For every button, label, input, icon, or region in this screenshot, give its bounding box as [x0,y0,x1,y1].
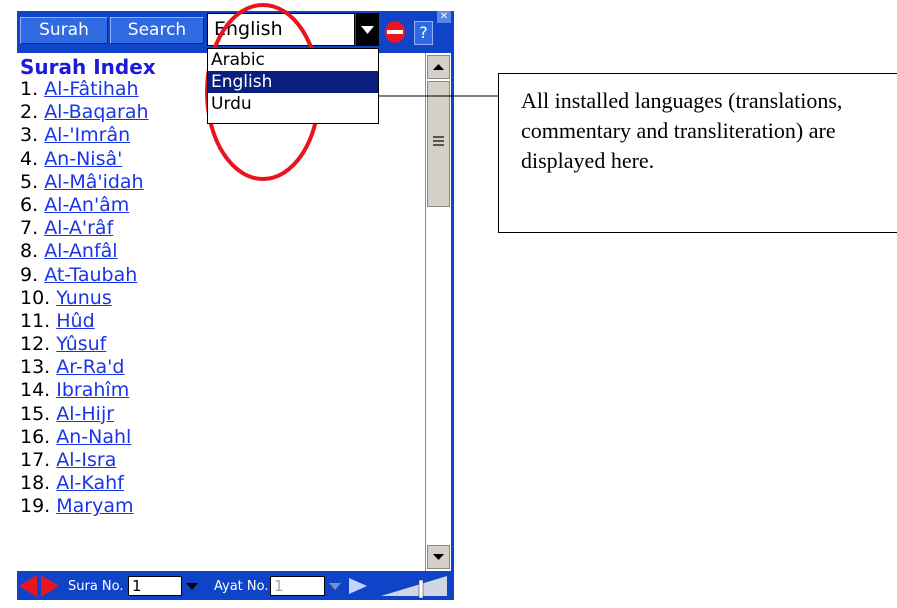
page-title: Surah Index [20,55,156,79]
language-option-urdu[interactable]: Urdu [208,93,378,115]
list-item: 9. At-Taubah [20,264,149,287]
surah-link[interactable]: Al-Isra [56,449,116,471]
volume-icon[interactable] [379,574,449,598]
list-item: 14. Ibrahîm [20,379,149,402]
list-item: 16. An-Nahl [20,426,149,449]
grip-line [433,136,444,138]
close-icon[interactable]: ✕ [437,11,451,23]
surah-link[interactable]: Ar-Ra'd [56,356,124,378]
surah-number: 1. [20,78,39,100]
list-item: 15. Al-Hijr [20,403,149,426]
surah-link[interactable]: Al-Kahf [56,472,124,494]
surah-number: 18. [20,472,51,495]
surah-link[interactable]: An-Nahl [56,426,131,448]
language-dropdown-button[interactable] [356,13,379,46]
list-item: 13. Ar-Ra'd [20,356,149,379]
chevron-down-icon [361,26,374,34]
chevron-down-icon[interactable] [182,576,202,596]
surah-number: 13. [20,356,51,379]
surah-link[interactable]: Maryam [56,495,133,517]
surah-number: 8. [20,240,39,263]
ayat-number-select[interactable]: 1 [270,576,325,596]
list-item: 18. Al-Kahf [20,472,149,495]
chevron-down-icon[interactable] [325,576,345,596]
language-option-english[interactable]: English [208,71,378,93]
list-item: 11. Hûd [20,310,149,333]
surah-link[interactable]: Al-Baqarah [44,101,148,123]
surah-button[interactable]: Surah [20,17,108,44]
list-item: 17. Al-Isra [20,449,149,472]
scroll-up-button[interactable] [427,55,450,79]
grip-line [433,140,444,142]
list-item: 8. Al-Anfâl [20,240,149,263]
surah-number: 12. [20,333,51,356]
callout-box: All installed languages (translations, c… [498,73,897,233]
ayat-number-label: Ayat No. [214,579,269,594]
quran-app-window: Surah Search English ? ✕ Arabic English … [17,11,454,600]
list-item: 19. Maryam [20,495,149,518]
surah-number: 2. [20,101,39,124]
surah-number: 17. [20,449,51,471]
scroll-down-button[interactable] [427,545,450,569]
language-options-list: Arabic English Urdu [207,48,379,124]
play-icon[interactable] [347,576,369,596]
list-item: 10. Yunus [20,287,149,310]
list-item: 5. Al-Mâ'idah [20,171,149,194]
sura-number-select[interactable]: 1 [128,576,182,596]
surah-link[interactable]: Al-'Imrân [44,124,130,146]
list-item: 6. Al-An'âm [20,194,149,217]
vertical-scrollbar[interactable] [425,53,451,571]
surah-link[interactable]: Al-Fâtihah [44,78,138,100]
surah-number: 9. [20,263,39,286]
surah-link[interactable]: Al-An'âm [44,194,129,216]
scroll-down-icon [433,554,444,560]
surah-link[interactable]: Ibrahîm [56,379,129,401]
surah-number: 16. [20,425,51,448]
surah-number: 5. [20,170,39,193]
surah-list: 1. Al-Fâtihah 2. Al-Baqarah 3. Al-'Imrân 4.… [20,78,149,519]
surah-link[interactable]: An-Nisâ' [44,148,122,170]
surah-number: 14. [20,379,51,402]
surah-number: 3. [20,124,39,147]
list-item: 12. Yûsuf [20,333,149,356]
surah-number: 6. [20,193,39,216]
surah-link[interactable]: At-Taubah [44,264,137,286]
scroll-up-icon [433,64,444,70]
surah-link[interactable]: Al-Mâ'idah [44,171,143,193]
scrollbar-thumb[interactable] [427,81,450,207]
prev-next-icon[interactable] [19,575,59,597]
grip-line [433,144,444,146]
surah-number: 10. [20,286,51,309]
surah-number: 7. [20,217,39,240]
language-option-arabic[interactable]: Arabic [208,49,378,71]
list-item: 2. Al-Baqarah [20,101,149,124]
sura-number-label: Sura No. [68,579,124,594]
surah-link[interactable]: Al-Anfâl [44,240,117,262]
surah-link[interactable]: Yunus [56,287,111,309]
list-item: 3. Al-'Imrân [20,124,149,147]
surah-number: 15. [20,402,51,425]
help-icon[interactable]: ? [414,21,433,45]
surah-number: 4. [20,147,39,170]
surah-number: 11. [20,309,51,332]
surah-link[interactable]: Hûd [56,310,94,332]
list-item: 1. Al-Fâtihah [20,78,149,101]
stop-icon[interactable] [384,20,406,44]
list-item: 4. An-Nisâ' [20,148,149,171]
surah-number: 19. [20,495,51,518]
bottom-navigation-bar: Sura No. 1 Ayat No. 1 [17,571,454,600]
surah-link[interactable]: Yûsuf [56,333,106,355]
surah-link[interactable]: Al-Hijr [56,403,114,425]
surah-link[interactable]: Al-A'râf [44,217,113,239]
list-item: 7. Al-A'râf [20,217,149,240]
